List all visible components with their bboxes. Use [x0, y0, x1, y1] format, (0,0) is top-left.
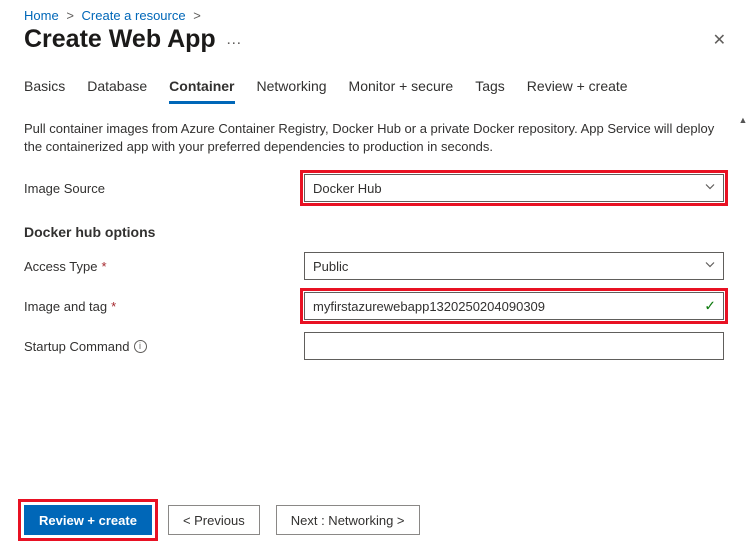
page-title: Create Web App [24, 25, 216, 54]
info-icon[interactable]: i [134, 340, 147, 353]
section-docker-hub-options: Docker hub options [24, 224, 730, 240]
chevron-right-icon: > [66, 8, 74, 23]
tab-tags[interactable]: Tags [475, 72, 505, 104]
tab-database[interactable]: Database [87, 72, 147, 104]
scroll-up-icon[interactable]: ▲ [735, 115, 751, 125]
breadcrumb-home[interactable]: Home [24, 8, 59, 23]
tab-review-create[interactable]: Review + create [527, 72, 628, 104]
label-image-and-tag: Image and tag* [24, 299, 304, 314]
chevron-right-icon: > [193, 8, 201, 23]
more-icon[interactable]: … [226, 31, 243, 49]
close-icon[interactable]: ✕ [709, 26, 730, 54]
row-access-type: Access Type* Public [24, 252, 730, 280]
select-access-type[interactable]: Public [304, 252, 724, 280]
row-image-and-tag: Image and tag* myfirstazurewebapp1320250… [24, 292, 730, 320]
tab-container[interactable]: Container [169, 72, 234, 104]
tab-basics[interactable]: Basics [24, 72, 65, 104]
row-startup-command: Startup Command i [24, 332, 730, 360]
breadcrumb: Home > Create a resource > [0, 0, 754, 25]
next-button[interactable]: Next : Networking > [276, 505, 420, 535]
label-image-source: Image Source [24, 181, 304, 196]
tab-monitor-secure[interactable]: Monitor + secure [349, 72, 454, 104]
breadcrumb-create-resource[interactable]: Create a resource [82, 8, 186, 23]
check-icon: ✓ [704, 298, 716, 315]
label-startup-command: Startup Command i [24, 339, 304, 354]
previous-button[interactable]: < Previous [168, 505, 260, 535]
input-image-and-tag[interactable]: myfirstazurewebapp1320250204090309 [304, 292, 724, 320]
required-indicator: * [101, 259, 106, 274]
scrollbar[interactable]: ▲ [735, 115, 751, 485]
input-startup-command[interactable] [304, 332, 724, 360]
required-indicator: * [111, 299, 116, 314]
tab-networking[interactable]: Networking [257, 72, 327, 104]
review-create-button[interactable]: Review + create [24, 505, 152, 535]
tab-bar: Basics Database Container Networking Mon… [24, 72, 730, 104]
footer-actions: Review + create < Previous Next : Networ… [0, 493, 754, 549]
select-image-source[interactable]: Docker Hub [304, 174, 724, 202]
row-image-source: Image Source Docker Hub [24, 174, 730, 202]
title-row: Create Web App … ✕ [0, 25, 754, 72]
label-access-type: Access Type* [24, 259, 304, 274]
description-text: Pull container images from Azure Contain… [24, 120, 724, 156]
